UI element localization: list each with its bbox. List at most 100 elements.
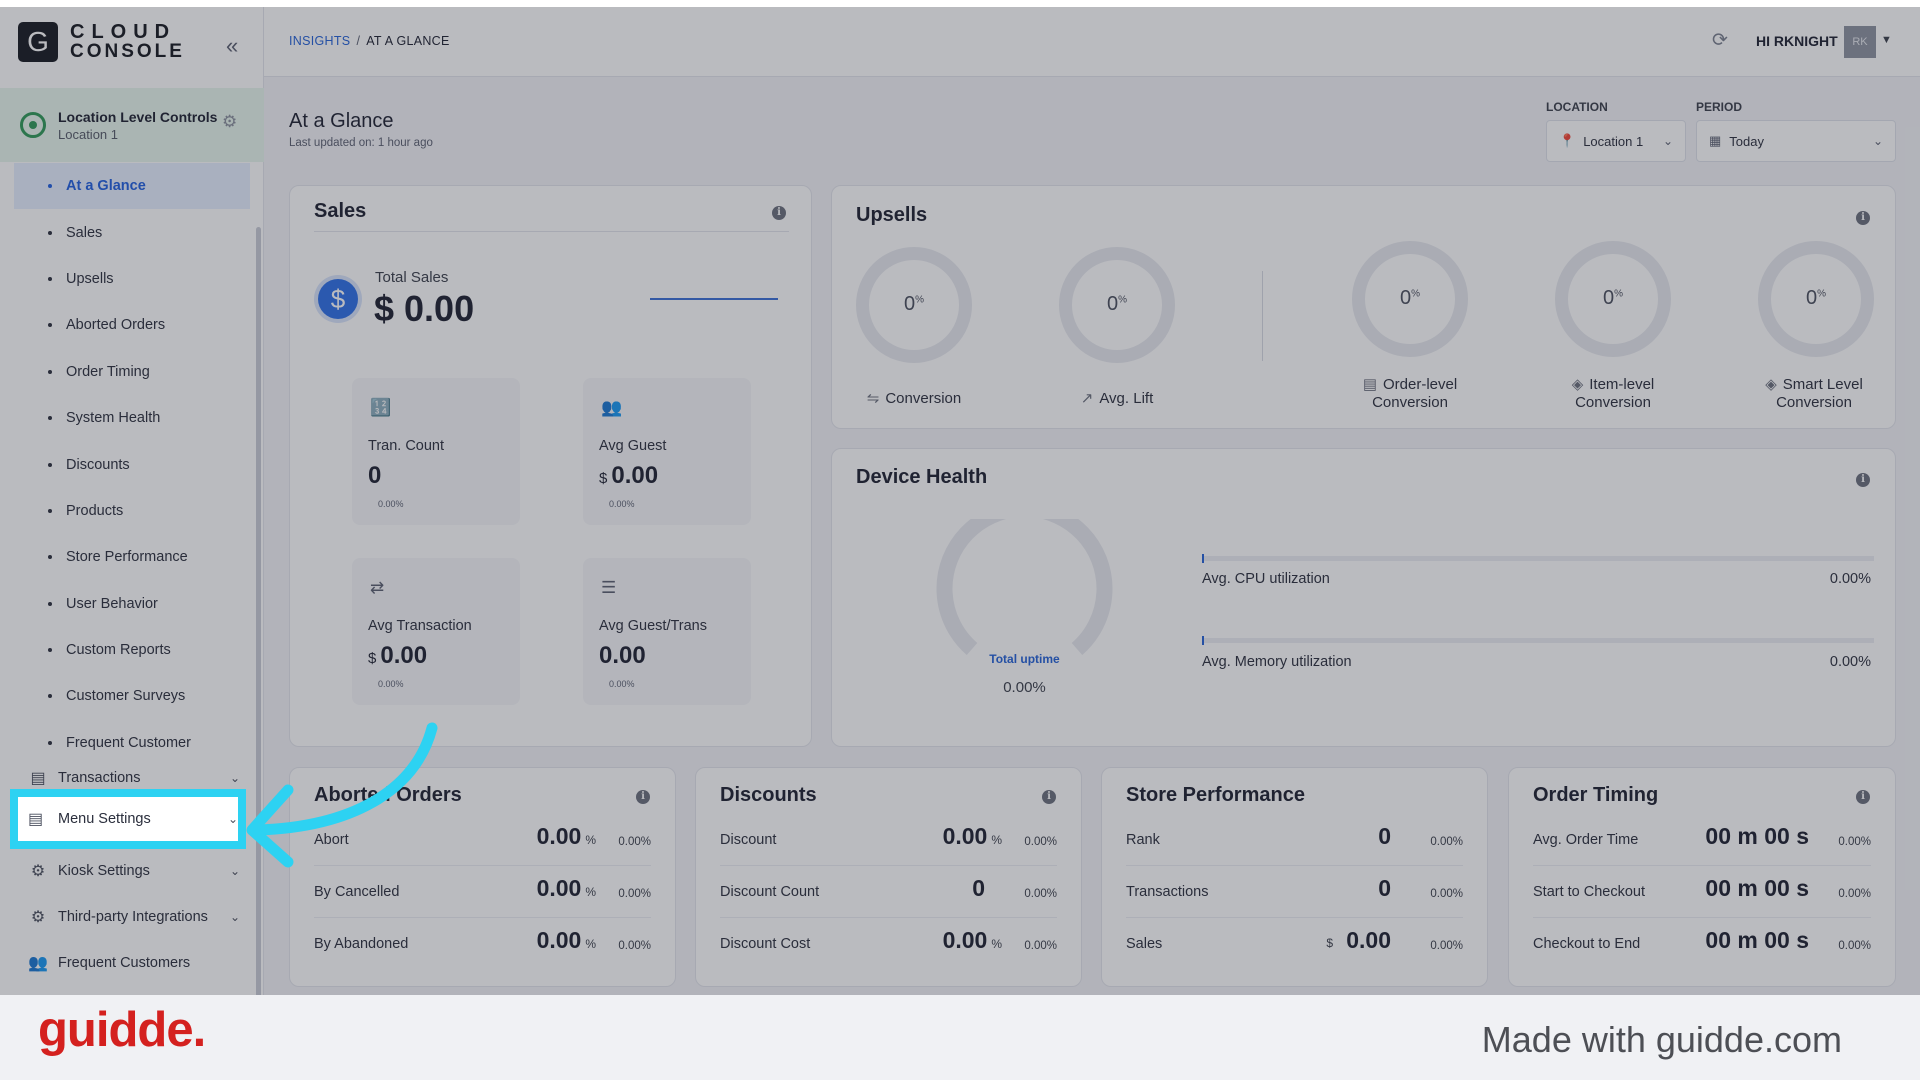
info-icon[interactable]: i [1856, 473, 1870, 487]
sidebar-item-sales[interactable]: Sales [0, 209, 256, 255]
avatar[interactable]: RK [1844, 26, 1876, 58]
bullet-icon [48, 601, 52, 606]
tile-percent: 0.00% [609, 499, 635, 509]
tile-number: 0.00 [599, 642, 646, 669]
stat-row: By Abandoned 0.00% 0.00% [314, 918, 651, 970]
stat-row: Sales $ 0.00 0.00% [1126, 918, 1463, 970]
sidebar-item-customer-surveys[interactable]: Customer Surveys [0, 673, 256, 719]
sidebar-item-order-timing[interactable]: Order Timing [0, 349, 256, 395]
tile-percent: 0.00% [378, 499, 404, 509]
dollar-icon: $ [318, 279, 358, 319]
sidebar-item-user-behavior[interactable]: User Behavior [0, 581, 256, 627]
info-icon[interactable]: i [772, 206, 786, 220]
item-level-label: ◈ Item-level Conversion [1543, 376, 1683, 412]
ring-unit: % [1411, 288, 1421, 300]
stat-number: 0.00 [1346, 927, 1391, 953]
sidebar-item-store-performance[interactable]: Store Performance [0, 534, 256, 580]
divider [1262, 271, 1263, 361]
location-filter-label: LOCATION [1546, 100, 1608, 114]
stat-number: 0.00 [536, 823, 582, 849]
avg-guest-tile: 👥 Avg Guest $0.00 0.00% [583, 378, 751, 525]
breadcrumb-insights-link[interactable]: INSIGHTS [289, 34, 350, 48]
total-uptime-value: 0.00% [1003, 679, 1046, 696]
smart-level-label: ◈ Smart Level Conversion [1744, 376, 1884, 412]
stat-value: 0.00% [537, 875, 596, 902]
stat-percent: 0.00% [1024, 836, 1057, 848]
sidebar-group-kiosk-settings[interactable]: ⚙ Kiosk Settings ⌄ [0, 848, 256, 894]
sidebar-item-aborted-orders[interactable]: Aborted Orders [0, 302, 256, 348]
stat-label: Start to Checkout [1533, 884, 1646, 900]
stat-value: 0.00% [537, 823, 596, 850]
info-icon[interactable]: i [1856, 211, 1870, 225]
location-select[interactable]: 📍 Location 1 ⌄ [1546, 120, 1686, 162]
cpu-utilization-label: Avg. CPU utilization [1202, 571, 1330, 587]
stat-percent: 0.00% [1430, 836, 1463, 848]
currency-symbol: $ [599, 470, 608, 487]
user-greeting[interactable]: HI RKNIGHT [1756, 33, 1838, 49]
memory-utilization-bar [1202, 636, 1874, 645]
sidebar-item-custom-reports[interactable]: Custom Reports [0, 627, 256, 673]
ring-label-text: Avg. Lift [1099, 390, 1154, 407]
stat-row: Start to Checkout 00 m 00 s 0.00% [1533, 866, 1871, 918]
tile-value: 0 [368, 462, 381, 490]
made-with-text: Made with guidde.com [1481, 1019, 1842, 1060]
stat-label: Discount Count [720, 884, 820, 900]
stat-percent: 0.00% [1024, 888, 1057, 900]
sidebar-scrollbar[interactable] [256, 227, 261, 995]
order-level-value: 0% [1352, 287, 1468, 310]
store-performance-card: Store Performance Rank 0 0.00% Transacti… [1101, 767, 1488, 987]
logo-text-line1: CLOUD [70, 21, 177, 43]
stat-unit: % [991, 937, 1002, 951]
bullet-icon [48, 276, 52, 281]
sidebar-item-products[interactable]: Products [0, 488, 256, 534]
chevron-down-icon: ⌄ [1662, 134, 1673, 148]
info-icon[interactable]: i [1042, 790, 1056, 804]
logo-text-line2: CONSOLE [70, 41, 185, 62]
caret-down-icon[interactable]: ▼ [1881, 34, 1892, 46]
stat-percent: 0.00% [1838, 836, 1871, 848]
sales-card-title: Sales [314, 200, 367, 222]
bullet-icon [48, 369, 52, 374]
sidebar-group-third-party-integrations[interactable]: ⚙ Third-party Integrations ⌄ [0, 894, 256, 940]
bullet-icon [48, 694, 52, 699]
breadcrumb: INSIGHTS / AT A GLANCE [289, 34, 450, 48]
sidebar-item-label: Custom Reports [66, 642, 171, 659]
stat-label: Sales [1126, 936, 1163, 952]
gear-icon[interactable]: ⚙ [222, 112, 237, 132]
box-icon: ◈ [1571, 376, 1584, 393]
sidebar-group-label: Transactions [58, 770, 141, 786]
stat-row: Discount 0.00% 0.00% [720, 814, 1057, 866]
sidebar-item-upsells[interactable]: Upsells [0, 256, 256, 302]
ring-label-line1: Order-level [1383, 376, 1458, 393]
info-icon[interactable]: i [1856, 790, 1870, 804]
smart-level-value: 0% [1758, 287, 1874, 310]
sidebar-item-discounts[interactable]: Discounts [0, 441, 256, 487]
gear-icon: ⚙ [30, 909, 46, 926]
info-icon[interactable]: i [636, 790, 650, 804]
sidebar-item-label: Sales [66, 224, 103, 241]
users-icon: 👥 [28, 955, 48, 972]
last-updated-text: Last updated on: 1 hour ago [289, 137, 433, 149]
location-level-controls[interactable]: Location Level Controls Location 1 ⚙ [0, 88, 264, 162]
sidebar-group-frequent-customers[interactable]: 👥 Frequent Customers [0, 940, 256, 986]
lift-icon: ↗ [1080, 390, 1094, 407]
sidebar-item-at-a-glance[interactable]: At a Glance [14, 163, 250, 210]
stat-number: 0 [1378, 823, 1391, 849]
stat-label: Avg. Order Time [1533, 832, 1639, 848]
tile-number: 0.00 [611, 462, 659, 489]
receipt-icon: ▤ [30, 770, 46, 787]
logo[interactable]: G CLOUD CONSOLE [18, 22, 185, 62]
location-select-value: Location 1 [1583, 133, 1644, 149]
ring-unit: % [1614, 288, 1624, 300]
collapse-sidebar-icon[interactable]: « [226, 33, 238, 59]
stat-value: 0.00% [943, 927, 1002, 954]
period-select[interactable]: ▦ Today ⌄ [1696, 120, 1896, 162]
bullet-icon [48, 740, 52, 745]
stat-value: 0 [972, 875, 985, 902]
cpu-utilization-value: 0.00% [1829, 571, 1871, 587]
refresh-icon[interactable]: ⟳ [1712, 29, 1728, 52]
sidebar-item-system-health[interactable]: System Health [0, 395, 256, 441]
sidebar-item-label: Customer Surveys [66, 688, 186, 705]
order-level-label: ▤ Order-level Conversion [1340, 376, 1480, 412]
sidebar-item-label: Order Timing [66, 363, 150, 380]
